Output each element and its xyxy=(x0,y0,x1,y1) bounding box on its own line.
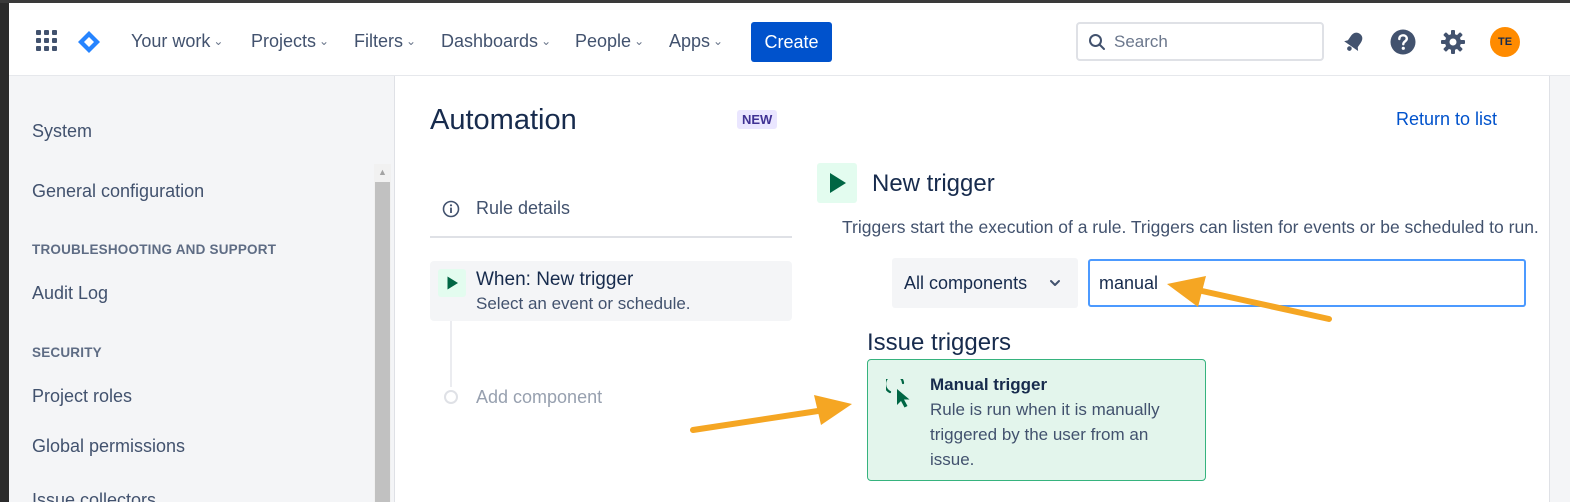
manual-trigger-title: Manual trigger xyxy=(930,375,1048,394)
step-connector xyxy=(450,321,452,387)
jira-logo-icon[interactable] xyxy=(77,30,101,54)
new-badge: NEW xyxy=(737,110,778,129)
notifications-icon[interactable] xyxy=(1341,29,1367,55)
nav-apps[interactable]: Apps ⌄ xyxy=(669,31,723,52)
chevron-down-icon: ⌄ xyxy=(634,34,645,48)
return-to-list-link[interactable]: Return to list xyxy=(1396,109,1497,130)
sidebar-title: System xyxy=(32,121,93,141)
trigger-play-icon xyxy=(438,269,466,297)
window-edge xyxy=(0,3,9,502)
chevron-down-icon: ⌄ xyxy=(406,34,417,48)
manual-trigger-card[interactable]: Manual trigger Rule is run when it is ma… xyxy=(867,359,1206,481)
scroll-up-arrow-icon[interactable]: ▲ xyxy=(374,164,391,181)
nav-dashboards[interactable]: Dashboards ⌄ xyxy=(441,31,551,52)
when-trigger-title: When: New trigger xyxy=(476,269,634,290)
search-icon xyxy=(1089,34,1105,50)
sidebar-section-security: SECURITY xyxy=(32,345,102,360)
empty-circle-icon xyxy=(444,390,458,404)
sidebar-item-general-configuration[interactable]: General configuration xyxy=(32,181,204,202)
trigger-search-input[interactable] xyxy=(1088,259,1526,307)
trigger-panel-description: Triggers start the execution of a rule. … xyxy=(842,217,1539,237)
chevron-down-icon: ⌄ xyxy=(541,34,552,48)
sidebar-section-troubleshooting: TROUBLESHOOTING AND SUPPORT xyxy=(32,242,277,257)
create-button[interactable]: Create xyxy=(751,22,832,62)
chevron-down-icon: ⌄ xyxy=(213,34,224,48)
nav-your-work[interactable]: Your work ⌄ xyxy=(131,31,223,52)
nav-people[interactable]: People ⌄ xyxy=(575,31,644,52)
rule-details-step[interactable]: Rule details xyxy=(430,190,792,238)
chevron-down-icon xyxy=(1050,280,1060,286)
user-avatar[interactable]: TE xyxy=(1490,27,1520,57)
sidebar-scroll-thumb[interactable] xyxy=(375,182,390,502)
search-input[interactable] xyxy=(1114,29,1314,55)
component-filter-select[interactable]: All components xyxy=(892,258,1078,308)
window-scrollbar-edge xyxy=(1549,76,1570,502)
sidebar-item-issue-collectors[interactable]: Issue collectors xyxy=(32,490,156,502)
trigger-play-icon xyxy=(817,163,857,203)
rule-details-label: Rule details xyxy=(476,198,571,218)
when-trigger-step[interactable]: When: New trigger Select an event or sch… xyxy=(430,261,792,321)
sidebar: System ▲ General configuration TROUBLESH… xyxy=(9,76,395,502)
add-component-step[interactable]: Add component xyxy=(430,385,792,413)
manual-trigger-cursor-icon xyxy=(886,379,910,408)
app-switcher-icon[interactable] xyxy=(36,30,58,52)
sidebar-item-project-roles[interactable]: Project roles xyxy=(32,386,132,407)
sidebar-item-global-permissions[interactable]: Global permissions xyxy=(32,436,185,457)
nav-projects[interactable]: Projects ⌄ xyxy=(251,31,329,52)
manual-trigger-description: Rule is run when it is manually triggere… xyxy=(930,400,1160,469)
add-component-label: Add component xyxy=(476,387,603,407)
settings-icon[interactable] xyxy=(1440,29,1466,55)
nav-filters[interactable]: Filters ⌄ xyxy=(354,31,416,52)
page-title: Automation xyxy=(430,104,577,136)
issue-triggers-heading: Issue triggers xyxy=(867,329,1012,356)
chevron-down-icon: ⌄ xyxy=(319,34,330,48)
global-search[interactable] xyxy=(1076,22,1324,61)
chevron-down-icon: ⌄ xyxy=(713,34,724,48)
component-filter-value: All components xyxy=(904,273,1028,293)
sidebar-item-audit-log[interactable]: Audit Log xyxy=(32,283,108,304)
help-icon[interactable] xyxy=(1390,29,1416,55)
when-trigger-subtitle: Select an event or schedule. xyxy=(476,294,691,313)
top-navigation-bar: Your work ⌄ Projects ⌄ Filters ⌄ Dashboards… xyxy=(0,0,1570,502)
info-icon xyxy=(442,200,460,218)
trigger-panel-title: New trigger xyxy=(872,170,995,197)
